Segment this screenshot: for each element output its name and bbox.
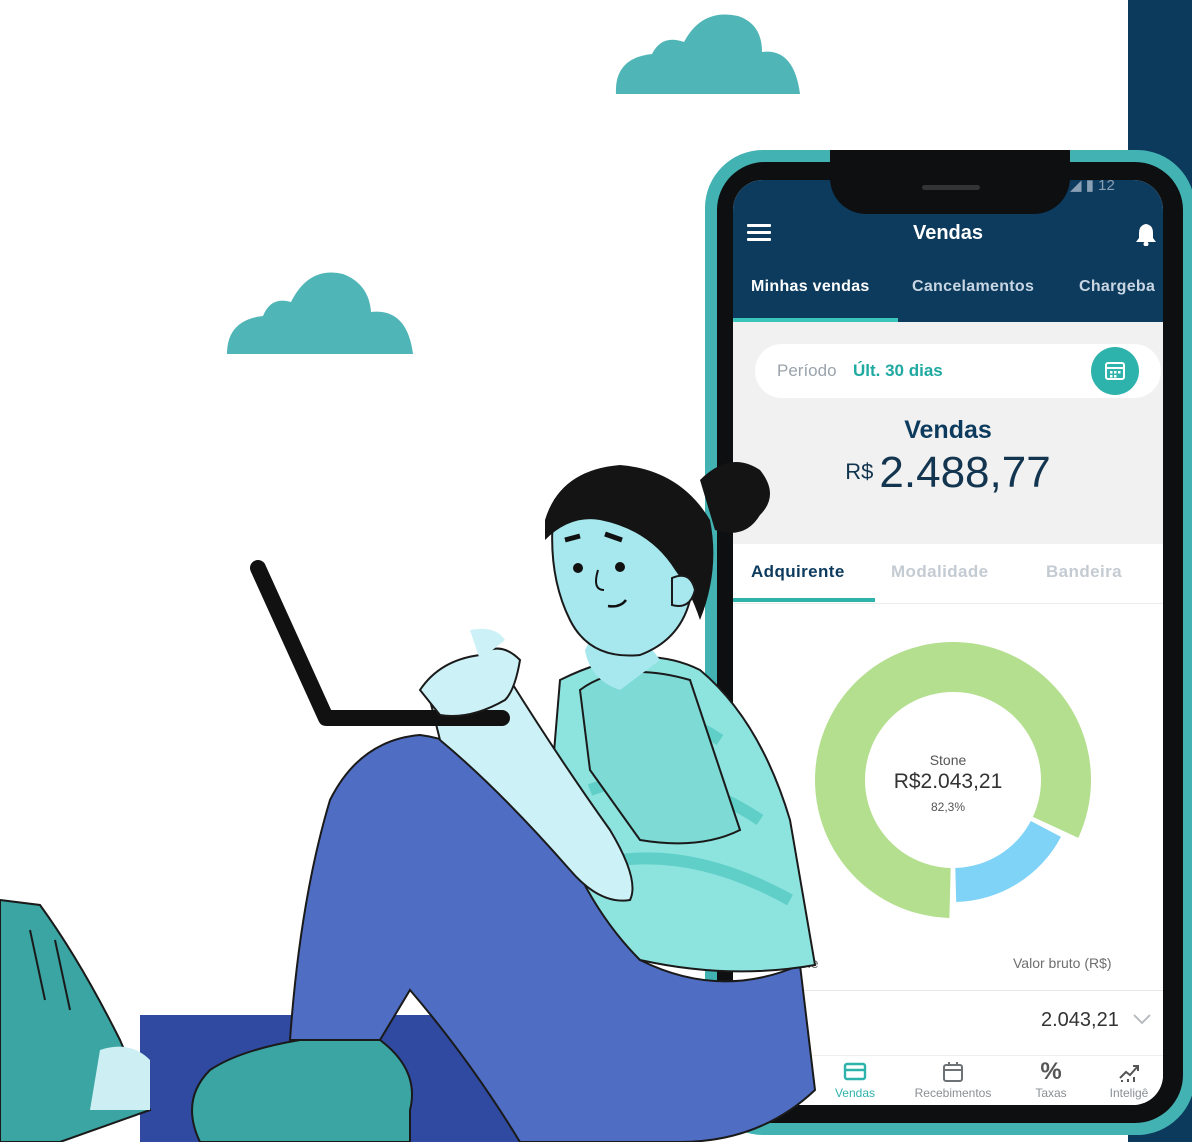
hero-illustration: Vendas Minhas vendas Cancelamentos Charg… [0,0,1192,1142]
woman-with-laptop-illustration [0,462,817,1142]
